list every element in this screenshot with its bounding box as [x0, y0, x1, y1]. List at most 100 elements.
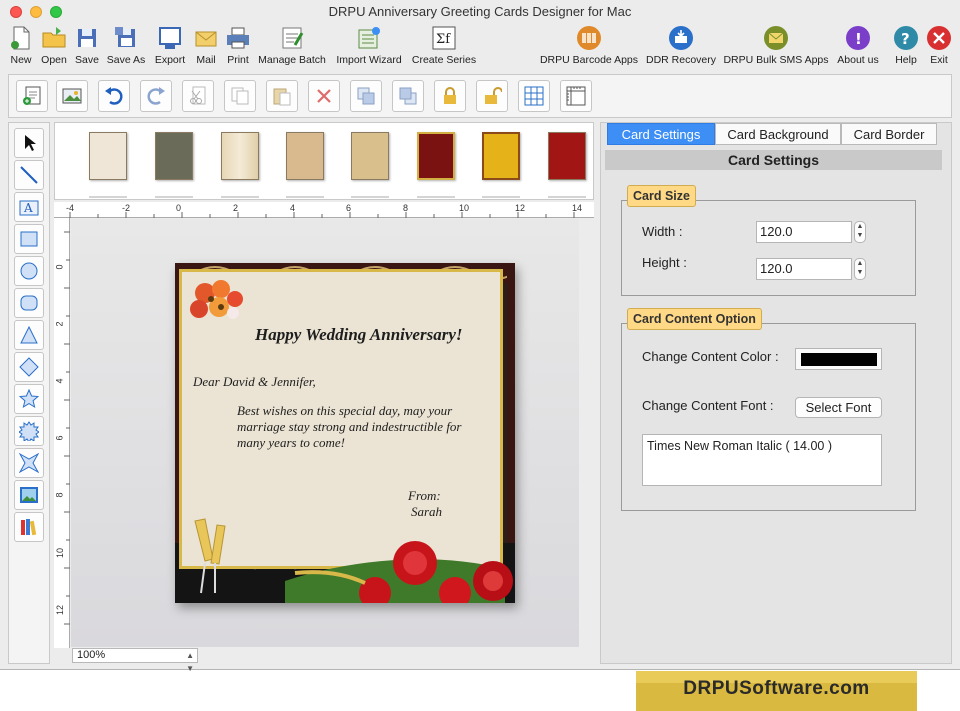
card-message-line[interactable]: marriage stay strong and indestructible … — [237, 419, 462, 435]
select-tool[interactable] — [14, 128, 44, 158]
width-input[interactable]: 120.0 — [756, 221, 852, 243]
brand-banner: DRPUSoftware.com — [636, 671, 917, 711]
template-thumbnail[interactable] — [286, 132, 324, 180]
triangle-icon — [20, 325, 38, 344]
tab-card-settings[interactable]: Card Settings — [607, 123, 715, 145]
diamond-tool[interactable] — [14, 352, 44, 382]
drpu-barcode-apps-button[interactable]: DRPU Barcode Apps — [538, 24, 640, 70]
select-font-button[interactable]: Select Font — [795, 397, 882, 418]
ellipse-tool[interactable] — [14, 256, 44, 286]
paste-icon — [273, 88, 291, 106]
barcode-icon — [577, 26, 601, 50]
paste-button[interactable] — [266, 80, 298, 112]
content-color-label: Change Content Color : — [642, 349, 779, 364]
card-greeting[interactable]: Dear David & Jennifer, — [193, 374, 316, 390]
new-button[interactable]: New — [6, 24, 36, 70]
burst-icon — [19, 421, 39, 441]
tab-card-background[interactable]: Card Background — [715, 123, 841, 145]
window-minimize-button[interactable] — [30, 6, 42, 18]
ruler-ticks — [64, 231, 70, 625]
card-message-line[interactable]: many years to come! — [237, 435, 345, 451]
drpu-bulk-sms-apps-button[interactable]: DRPU Bulk SMS Apps — [722, 24, 830, 70]
card-from-name[interactable]: Sarah — [411, 504, 442, 520]
card-heading[interactable]: Happy Wedding Anniversary! — [255, 325, 462, 345]
ddr-recovery-button[interactable]: DDR Recovery — [644, 24, 718, 70]
rounded-rectangle-tool[interactable] — [14, 288, 44, 318]
help-icon: ? — [894, 26, 918, 50]
greeting-card[interactable]: Happy Wedding Anniversary! Dear David & … — [175, 263, 515, 603]
text-tool[interactable]: A — [14, 192, 44, 222]
burst-tool[interactable] — [14, 416, 44, 446]
card-message-line[interactable]: Best wishes on this special day, may you… — [237, 403, 452, 419]
save-button[interactable]: Save — [72, 24, 102, 70]
template-thumbnail[interactable] — [89, 132, 127, 180]
add-object-icon — [23, 86, 41, 105]
content-option-title: Card Content Option — [627, 308, 762, 330]
send-back-icon — [399, 87, 417, 105]
scissors-icon — [190, 86, 206, 105]
star-tool[interactable] — [14, 384, 44, 414]
height-stepper[interactable]: ▲ ▼ — [854, 258, 866, 280]
grid-button[interactable] — [518, 80, 550, 112]
export-button[interactable]: Export — [152, 24, 188, 70]
create-series-button[interactable]: Σf Create Series — [408, 24, 480, 70]
tab-card-border[interactable]: Card Border — [841, 123, 937, 145]
four-point-star-tool[interactable] — [14, 448, 44, 478]
main-toolbar: New Open Save Save As Export Mail Print — [0, 24, 960, 70]
cut-button[interactable] — [182, 80, 214, 112]
image-tool[interactable] — [14, 480, 44, 510]
print-button[interactable]: Print — [222, 24, 254, 70]
redo-icon — [147, 87, 165, 105]
export-icon — [159, 27, 181, 49]
undo-button[interactable] — [98, 80, 130, 112]
window-close-button[interactable] — [10, 6, 22, 18]
template-thumbnail[interactable] — [155, 132, 193, 180]
template-thumbnail[interactable] — [351, 132, 389, 180]
card-size-title: Card Size — [627, 185, 696, 207]
add-object-button[interactable] — [16, 80, 48, 112]
library-tool[interactable] — [14, 512, 44, 542]
card-from-label[interactable]: From: — [408, 488, 441, 504]
template-thumbnail[interactable] — [548, 132, 586, 180]
unlock-button[interactable] — [476, 80, 508, 112]
copy-button[interactable] — [224, 80, 256, 112]
height-input[interactable]: 120.0 — [756, 258, 852, 280]
zoom-value: 100% — [77, 649, 106, 661]
triangle-tool[interactable] — [14, 320, 44, 350]
width-stepper[interactable]: ▲ ▼ — [854, 221, 866, 243]
content-color-button[interactable] — [795, 348, 882, 370]
delete-button[interactable] — [308, 80, 340, 112]
help-button[interactable]: ? Help — [888, 24, 924, 70]
insert-image-button[interactable] — [56, 80, 88, 112]
exit-button[interactable]: Exit — [924, 24, 954, 70]
mail-button[interactable]: Mail — [190, 24, 222, 70]
template-thumbnail[interactable] — [221, 132, 259, 180]
window-title: DRPU Anniversary Greeting Cards Designer… — [328, 4, 632, 19]
image-icon — [20, 487, 38, 503]
content-font-label: Change Content Font : — [642, 398, 774, 413]
redo-button[interactable] — [140, 80, 172, 112]
save-as-button[interactable]: Save As — [104, 24, 148, 70]
zoom-select[interactable]: 100% ▲ ▼ — [72, 648, 198, 673]
rounded-rectangle-icon — [20, 295, 38, 311]
line-tool[interactable] — [14, 160, 44, 190]
lock-button[interactable] — [434, 80, 466, 112]
template-thumbnail[interactable] — [417, 132, 455, 180]
rectangle-tool[interactable] — [14, 224, 44, 254]
roses — [285, 541, 513, 603]
about-us-button[interactable]: ! About us — [834, 24, 882, 70]
lock-icon — [444, 87, 456, 104]
svg-text:?: ? — [901, 30, 910, 48]
open-button[interactable]: Open — [38, 24, 70, 70]
manage-batch-button[interactable]: Manage Batch — [256, 24, 328, 70]
import-wizard-button[interactable]: Import Wizard — [332, 24, 406, 70]
send-back-button[interactable] — [392, 80, 424, 112]
svg-text:A: A — [23, 201, 33, 215]
template-thumbnail[interactable] — [482, 132, 520, 180]
bring-front-button[interactable] — [350, 80, 382, 112]
height-label: Height : — [642, 255, 687, 270]
ruler-toggle-button[interactable] — [560, 80, 592, 112]
panel-header: Card Settings — [605, 150, 942, 170]
window-maximize-button[interactable] — [50, 6, 62, 18]
flower-bouquet — [190, 280, 243, 319]
